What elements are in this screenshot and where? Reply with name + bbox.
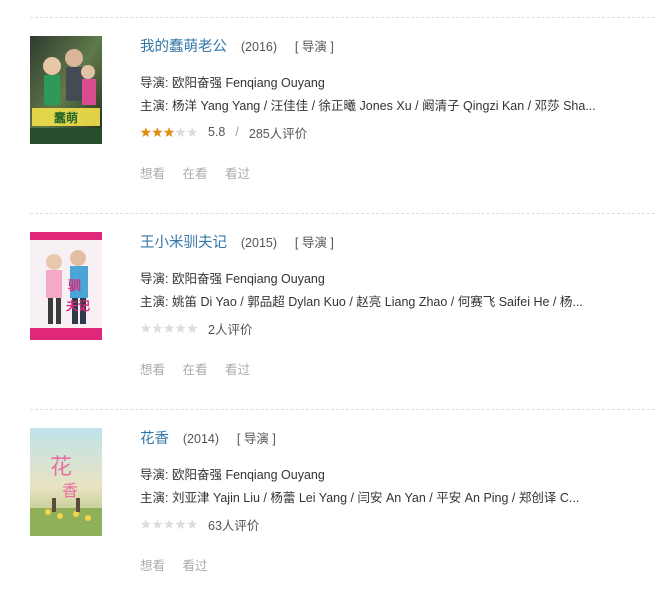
watching-link[interactable]: 在看: [183, 167, 208, 181]
film-role: [ 导演 ]: [294, 236, 334, 250]
review-count[interactable]: 63人评价: [208, 515, 259, 534]
star-filled-icon: [152, 126, 163, 137]
cast-line: 主演: 姚笛 Di Yao / 郭品超 Dylan Kuo / 赵亮 Liang…: [140, 291, 583, 310]
director-label: 导演:: [140, 468, 169, 482]
director-name[interactable]: 欧阳奋强 Fenqiang Ouyang: [172, 76, 325, 90]
watching-link[interactable]: 在看: [183, 363, 208, 377]
action-links: 想看 在看 看过: [140, 163, 264, 182]
cast-names[interactable]: 杨洋 Yang Yang / 汪佳佳 / 徐正曦 Jones Xu / 阚清子 …: [172, 99, 596, 113]
director-name[interactable]: 欧阳奋强 Fenqiang Ouyang: [172, 272, 325, 286]
watched-link[interactable]: 看过: [225, 363, 250, 377]
star-icon: [140, 322, 152, 333]
rating-row: 5.8 / 285人评价: [140, 123, 307, 141]
poster-image[interactable]: 驯 夫记: [30, 232, 102, 340]
star-icon: [175, 518, 186, 529]
film-item: 蠢萌 我的蠢萌老公 (2016) [ 导演 ] 导演: 欧阳奋强 Fenqian…: [0, 17, 655, 213]
want-to-watch-link[interactable]: 想看: [140, 363, 165, 377]
star-icon: [163, 322, 175, 333]
star-icon: [186, 518, 198, 529]
cast-line: 主演: 刘亚津 Yajin Liu / 杨蕾 Lei Yang / 闫安 An …: [140, 487, 579, 506]
star-icon: [186, 126, 198, 137]
star-rating-icon: [140, 126, 198, 138]
svg-text:香: 香: [62, 481, 78, 500]
rating-score: 5.8: [208, 125, 226, 139]
review-count[interactable]: 2人评价: [208, 319, 252, 338]
rating-row: 2人评价: [140, 319, 252, 337]
film-item: 驯 夫记 王小米驯夫记 (2015) [ 导演 ] 导演: 欧阳奋强 Fenqi…: [0, 213, 655, 409]
star-icon: [186, 322, 198, 333]
poster-image[interactable]: 花 香: [30, 428, 102, 536]
film-title-link[interactable]: 王小米驯夫记: [140, 235, 227, 251]
cast-label: 主演:: [140, 491, 169, 505]
cast-label: 主演:: [140, 99, 169, 113]
want-to-watch-link[interactable]: 想看: [140, 559, 165, 573]
cast-line: 主演: 杨洋 Yang Yang / 汪佳佳 / 徐正曦 Jones Xu / …: [140, 95, 596, 114]
director-name[interactable]: 欧阳奋强 Fenqiang Ouyang: [172, 468, 325, 482]
film-year: (2015): [240, 236, 278, 250]
poster-image[interactable]: 蠢萌: [30, 36, 102, 144]
film-title-link[interactable]: 花香: [140, 431, 169, 447]
film-title-row: 花香 (2014) [ 导演 ]: [140, 427, 276, 447]
svg-text:夫记: 夫记: [65, 298, 90, 313]
star-icon: [175, 322, 186, 333]
star-icon: [163, 518, 175, 529]
svg-text:驯: 驯: [68, 279, 81, 294]
film-title-row: 我的蠢萌老公 (2016) [ 导演 ]: [140, 35, 334, 55]
rating-slash: /: [235, 125, 239, 139]
director-label: 导演:: [140, 272, 169, 286]
director-line: 导演: 欧阳奋强 Fenqiang Ouyang: [140, 268, 325, 287]
film-year: (2016): [240, 40, 278, 54]
star-filled-icon: [140, 126, 152, 137]
director-label: 导演:: [140, 76, 169, 90]
film-year: (2014): [182, 432, 220, 446]
film-title-link[interactable]: 我的蠢萌老公: [140, 39, 227, 55]
watched-link[interactable]: 看过: [225, 167, 250, 181]
action-links: 想看 看过: [140, 555, 222, 574]
cast-names[interactable]: 姚笛 Di Yao / 郭品超 Dylan Kuo / 赵亮 Liang Zha…: [172, 295, 583, 309]
cast-names[interactable]: 刘亚津 Yajin Liu / 杨蕾 Lei Yang / 闫安 An Yan …: [172, 491, 579, 505]
star-icon: [140, 518, 152, 529]
director-line: 导演: 欧阳奋强 Fenqiang Ouyang: [140, 72, 325, 91]
star-icon: [175, 126, 186, 137]
film-role: [ 导演 ]: [294, 40, 334, 54]
star-rating-icon: [140, 518, 198, 530]
action-links: 想看 在看 看过: [140, 359, 264, 378]
svg-text:花: 花: [50, 455, 72, 480]
want-to-watch-link[interactable]: 想看: [140, 167, 165, 181]
star-icon: [152, 518, 163, 529]
film-title-row: 王小米驯夫记 (2015) [ 导演 ]: [140, 231, 334, 251]
review-count[interactable]: 285人评价: [249, 123, 307, 142]
svg-text:蠢萌: 蠢萌: [53, 110, 78, 125]
cast-label: 主演:: [140, 295, 169, 309]
film-role: [ 导演 ]: [236, 432, 276, 446]
watched-link[interactable]: 看过: [183, 559, 208, 573]
star-rating-icon: [140, 322, 198, 334]
star-icon: [152, 322, 163, 333]
rating-row: 63人评价: [140, 515, 259, 533]
star-filled-icon: [163, 126, 175, 137]
film-item: 花 香 花香 (2014) [ 导演 ] 导演: 欧阳奋强 Fenqiang O…: [0, 409, 655, 605]
director-line: 导演: 欧阳奋强 Fenqiang Ouyang: [140, 464, 325, 483]
